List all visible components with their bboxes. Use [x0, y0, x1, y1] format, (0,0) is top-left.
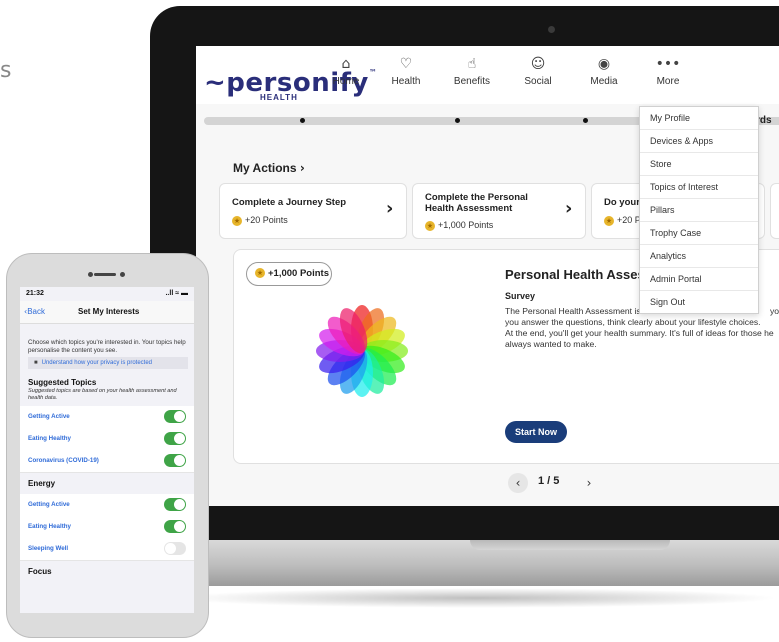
top-nav: ~personify™ HEALTH ⌂ Home ♡ Health ☝ Benefi… — [196, 46, 779, 104]
points-pill: ★ +1,000 Points — [246, 262, 332, 286]
topic-toggle[interactable] — [164, 454, 186, 467]
nav-more[interactable]: ••• More — [638, 56, 698, 87]
play-icon: ◉ — [597, 56, 611, 72]
pager-prev-button[interactable]: ‹ — [508, 473, 528, 493]
menu-item-topics-of-interest[interactable]: Topics of Interest — [640, 176, 758, 199]
progress-dot — [455, 118, 460, 123]
people-icon: ☺ — [530, 56, 546, 72]
laptop-notch — [470, 540, 670, 550]
home-icon: ⌂ — [341, 56, 351, 72]
chevron-right-icon: › — [299, 161, 305, 175]
menu-item-sign-out[interactable]: Sign Out — [640, 291, 758, 313]
laptop-base — [150, 540, 779, 586]
action-card-assessment[interactable]: Complete the Personal Health Assessment … — [412, 183, 586, 239]
points-coin-icon: ★ — [255, 268, 265, 279]
points-coin-icon: ★ — [425, 220, 435, 231]
topic-toggle[interactable] — [164, 410, 186, 423]
edge-fragment-text: s — [0, 58, 12, 83]
more-dots-icon: ••• — [655, 56, 681, 72]
phone-page-title: Set My Interests — [78, 307, 140, 316]
menu-item-analytics[interactable]: Analytics — [640, 245, 758, 268]
focus-heading: Focus — [28, 567, 52, 576]
menu-item-admin-portal[interactable]: Admin Portal — [640, 268, 758, 291]
more-dropdown-menu: My Profile Devices & Apps Store Topics o… — [639, 106, 759, 314]
progress-dot — [583, 118, 588, 123]
points-coin-icon: ★ — [232, 215, 242, 226]
phone-status-bar: 21:32 ..ll ≈ ▬ — [20, 287, 194, 301]
interests-intro: Choose which topics you're interested in… — [28, 339, 186, 354]
phone-screen: 21:32 ..ll ≈ ▬ ‹Back Set My Interests Ch… — [20, 287, 194, 613]
my-actions-heading[interactable]: My Actions › — [233, 161, 305, 175]
back-button[interactable]: ‹Back — [24, 307, 45, 316]
topic-row-coronavirus: Coronavirus (COVID-19) — [20, 450, 194, 473]
laptop-shadow — [175, 588, 779, 608]
topic-toggle[interactable] — [164, 432, 186, 445]
nav-home[interactable]: ⌂ Home — [316, 56, 376, 87]
lock-icon: ■ — [34, 360, 38, 366]
color-wheel-flower-illustration — [316, 305, 408, 397]
phone-sensor — [88, 272, 93, 277]
chevron-right-icon: › — [565, 198, 573, 219]
menu-item-my-profile[interactable]: My Profile — [640, 107, 758, 130]
privacy-link[interactable]: ■ Understand how your privacy is protecte… — [28, 357, 188, 369]
action-card-journey[interactable]: Complete a Journey Step ★ +20 Points › — [219, 183, 407, 239]
progress-dot — [300, 118, 305, 123]
menu-item-store[interactable]: Store — [640, 153, 758, 176]
nav-health[interactable]: ♡ Health — [376, 56, 436, 87]
pager-indicator: 1 / 5 — [538, 475, 560, 487]
phone-camera — [120, 272, 125, 277]
status-icons: ..ll ≈ ▬ — [165, 290, 188, 297]
nav-benefits[interactable]: ☝ Benefits — [442, 56, 502, 87]
points-coin-icon: ★ — [604, 215, 614, 226]
heart-icon: ♡ — [399, 56, 413, 72]
topic-row-eating-healthy: Eating Healthy — [20, 428, 194, 451]
nav-media[interactable]: ◉ Media — [574, 56, 634, 87]
topic-toggle[interactable] — [164, 542, 186, 555]
topic-row-eating-healthy: Eating Healthy — [20, 516, 194, 539]
topic-row-sleeping-well: Sleeping Well — [20, 538, 194, 561]
phone-nav-bar: ‹Back Set My Interests — [20, 301, 194, 324]
assessment-title: Personal Health Assess — [505, 267, 652, 282]
assessment-subtitle: Survey — [505, 291, 536, 301]
webcam — [548, 26, 555, 33]
menu-item-devices-apps[interactable]: Devices & Apps — [640, 130, 758, 153]
status-time: 21:32 — [26, 290, 44, 297]
menu-item-pillars[interactable]: Pillars — [640, 199, 758, 222]
topic-toggle[interactable] — [164, 520, 186, 533]
hand-coins-icon: ☝ — [467, 56, 477, 72]
topic-toggle[interactable] — [164, 498, 186, 511]
topic-row-getting-active: Getting Active — [20, 406, 194, 429]
chevron-right-icon: › — [386, 198, 394, 219]
phone-speaker — [94, 273, 116, 276]
start-now-button[interactable]: Start Now — [505, 421, 567, 443]
menu-item-trophy-case[interactable]: Trophy Case — [640, 222, 758, 245]
energy-heading: Energy — [28, 479, 56, 488]
action-card-fourth[interactable] — [770, 183, 779, 239]
nav-social[interactable]: ☺ Social — [508, 56, 568, 87]
suggested-topics-heading: Suggested Topics — [28, 378, 97, 387]
suggested-topics-note: Suggested topics are based on your healt… — [28, 388, 177, 401]
logo-subtitle: HEALTH — [260, 93, 298, 102]
topic-row-getting-active: Getting Active — [20, 494, 194, 517]
pager-next-button[interactable]: › — [579, 473, 599, 493]
